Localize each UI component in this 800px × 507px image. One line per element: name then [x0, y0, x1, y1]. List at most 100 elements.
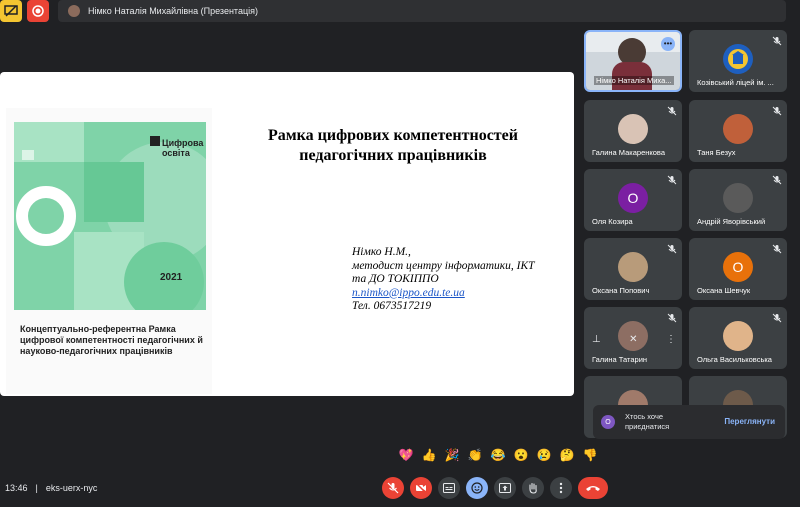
- call-controls: [382, 477, 608, 499]
- reaction-thumbs-up[interactable]: 👍: [420, 446, 438, 464]
- slide-title-line2: педагогічних працівників: [299, 147, 487, 164]
- mic-off-icon: [667, 106, 677, 116]
- join-request-notification: О Хтось хоче приєднатися Переглянути: [593, 405, 785, 439]
- recording-button[interactable]: [27, 0, 49, 22]
- participant-tile[interactable]: О Оксана Шевчук: [689, 238, 787, 300]
- participant-tile[interactable]: Галина Макаренкова: [584, 100, 682, 162]
- leave-call-button[interactable]: [578, 477, 608, 499]
- reaction-sparkling-heart[interactable]: 💖: [397, 446, 415, 464]
- reaction-thumbs-down[interactable]: 👎: [581, 446, 599, 464]
- mic-toggle-button[interactable]: [382, 477, 404, 499]
- reaction-party-popper[interactable]: 🎉: [443, 446, 461, 464]
- presentation-banner: Німко Наталія Михайлівна (Презентація): [58, 0, 786, 22]
- mute-participant-icon[interactable]: ✕: [629, 334, 637, 345]
- participant-tile[interactable]: Ольга Васильковська: [689, 307, 787, 369]
- more-vert-icon[interactable]: ⋮: [666, 334, 676, 345]
- hand-icon: [527, 482, 539, 494]
- mic-off-icon: [772, 106, 782, 116]
- participant-tile[interactable]: О Оля Козира: [584, 169, 682, 231]
- present-screen-icon: [4, 5, 18, 17]
- presenting-indicator-button[interactable]: [0, 0, 22, 22]
- mic-off-icon: [772, 313, 782, 323]
- requester-avatar: О: [601, 415, 615, 429]
- slide-title: Рамка цифрових компетентностей педагогіч…: [228, 126, 558, 166]
- meet-window: Німко Наталія Михайлівна (Презентація) Ц…: [0, 0, 800, 507]
- reaction-crying[interactable]: 😢: [535, 446, 553, 464]
- cover-caption: Концептуально-референтна Рамка цифрової …: [20, 324, 203, 356]
- participant-avatar: [723, 321, 753, 351]
- camera-off-icon: [415, 482, 427, 494]
- camera-toggle-button[interactable]: [410, 477, 432, 499]
- more-vert-icon: [559, 482, 563, 494]
- participant-name: Оксана Шевчук: [697, 286, 751, 295]
- presentation-slide: Цифрова освіта 2021 Концептуально-рефере…: [0, 72, 574, 396]
- participant-name: Козівський ліцей ім. ...: [697, 78, 774, 87]
- top-bar: Німко Наталія Михайлівна (Презентація): [0, 0, 800, 22]
- more-options-icon[interactable]: •••: [661, 37, 675, 51]
- slide-role-line2: та ДО ТОКІППО: [352, 273, 439, 285]
- mic-off-icon: [772, 36, 782, 46]
- participant-name: Ольга Васильковська: [697, 355, 772, 364]
- present-to-all-icon: [499, 483, 511, 493]
- tile-hover-controls: ⊥ ✕ ⋮: [592, 329, 676, 349]
- reaction-laughing[interactable]: 😂: [489, 446, 507, 464]
- mic-off-icon: [772, 244, 782, 254]
- school-logo-avatar: [723, 44, 753, 74]
- meeting-details: 13:46 | eks-uerx-nyc: [5, 483, 97, 493]
- closed-captions-icon: [443, 483, 455, 493]
- participant-tile[interactable]: Андрій Яворівський: [689, 169, 787, 231]
- participant-name: Галина Макаренкова: [592, 148, 665, 157]
- participant-name: Оксана Попович: [592, 286, 650, 295]
- participant-letter-avatar: О: [723, 252, 753, 282]
- presenter-avatar: [68, 5, 80, 17]
- participant-letter-avatar: О: [618, 183, 648, 213]
- reaction-thinking[interactable]: 🤔: [558, 446, 576, 464]
- slide-email-link[interactable]: n.nimko@ippo.edu.te.ua: [352, 287, 568, 301]
- cover-green-artwork: Цифрова освіта 2021: [14, 122, 206, 310]
- meeting-time: 13:46: [5, 483, 28, 493]
- captions-button[interactable]: [438, 477, 460, 499]
- reaction-surprised[interactable]: 😮: [512, 446, 530, 464]
- mic-off-icon: [667, 244, 677, 254]
- call-end-icon: [585, 484, 601, 492]
- participant-tile[interactable]: Таня Безух: [689, 100, 787, 162]
- notification-text: Хтось хоче приєднатися: [625, 412, 670, 431]
- participant-tile[interactable]: ⊥ ✕ ⋮ Галина Татарин: [584, 307, 682, 369]
- meeting-code: eks-uerx-nyc: [45, 483, 98, 493]
- slide-title-line1: Рамка цифрових компетентностей: [268, 127, 518, 144]
- participant-avatar: [618, 252, 648, 282]
- participant-name: Німко Наталія Миха...: [594, 76, 674, 85]
- participant-avatar: [723, 114, 753, 144]
- reactions-button[interactable]: [466, 477, 488, 499]
- participant-avatar: [618, 114, 648, 144]
- participant-tile[interactable]: ••• Німко Наталія Миха...: [584, 30, 682, 92]
- mic-off-icon: [667, 175, 677, 185]
- record-icon: [32, 5, 44, 17]
- mic-off-icon: [387, 482, 399, 494]
- mic-off-icon: [772, 175, 782, 185]
- slide-phone: Тел. 0673517219: [352, 300, 432, 312]
- participant-tile[interactable]: Козівський ліцей ім. ...: [689, 30, 787, 92]
- meeting-separator: |: [35, 483, 38, 493]
- slide-role-line1: методист центру інформатики, ІКТ: [352, 259, 535, 272]
- emoji-icon: [471, 482, 483, 494]
- cover-logo-text: Цифрова освіта: [162, 138, 204, 158]
- present-now-button[interactable]: [494, 477, 516, 499]
- participant-name: Галина Татарин: [592, 355, 648, 364]
- view-requests-button[interactable]: Переглянути: [724, 417, 775, 426]
- slide-author-info: Німко Н.М., методист центру інформатики,…: [352, 246, 568, 314]
- raise-hand-button[interactable]: [522, 477, 544, 499]
- slide-author: Німко Н.М.,: [352, 246, 411, 258]
- participant-name: Таня Безух: [697, 148, 736, 157]
- participant-name: Андрій Яворівський: [697, 217, 766, 226]
- reaction-clapping[interactable]: 👏: [466, 446, 484, 464]
- presentation-banner-text: Німко Наталія Михайлівна (Презентація): [88, 6, 258, 16]
- pin-icon[interactable]: ⊥: [592, 334, 601, 345]
- participant-tile[interactable]: Оксана Попович: [584, 238, 682, 300]
- participant-name: Оля Козира: [592, 217, 633, 226]
- participant-avatar: [723, 183, 753, 213]
- cover-year: 2021: [160, 272, 183, 283]
- more-options-button[interactable]: [550, 477, 572, 499]
- reactions-bar: 💖 👍 🎉 👏 😂 😮 😢 🤔 👎: [397, 446, 599, 464]
- mic-off-icon: [667, 313, 677, 323]
